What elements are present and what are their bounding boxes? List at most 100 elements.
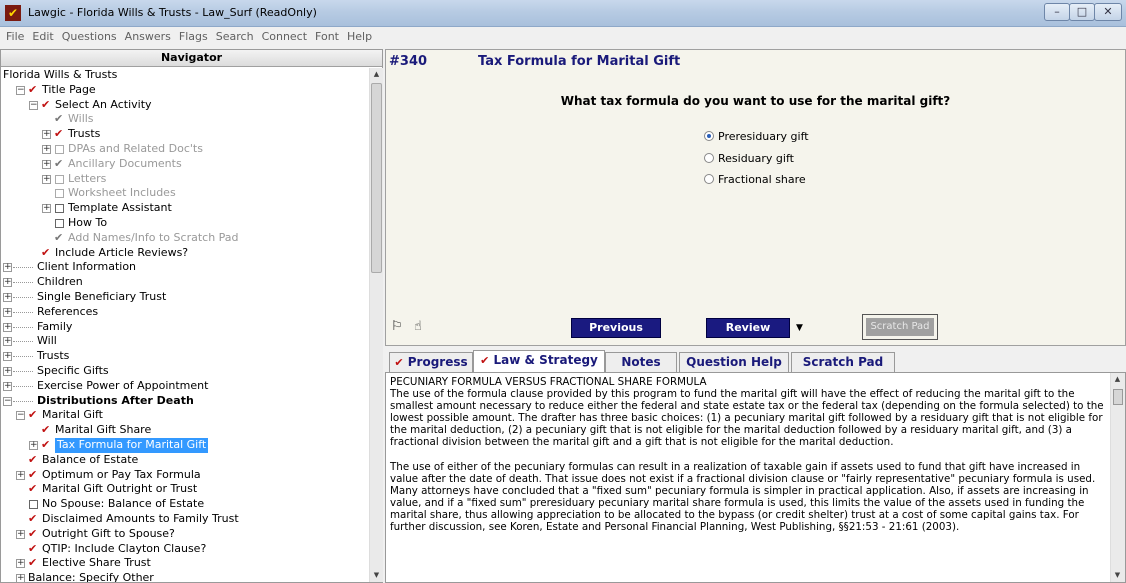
expand-icon[interactable]: +	[3, 366, 12, 376]
tree-item[interactable]: + Balance: Specify Other	[1, 571, 369, 582]
tree-item[interactable]: − ✔ Marital Gift	[1, 408, 369, 423]
expand-icon[interactable]: +	[42, 130, 51, 140]
scrollbar-thumb[interactable]	[1113, 389, 1123, 405]
tree-item[interactable]: ✔ Disclaimed Amounts to Family Trust	[1, 512, 369, 527]
scratch-pad-button[interactable]: Scratch Pad	[862, 314, 938, 340]
menu-file[interactable]: File	[0, 27, 27, 43]
radio-icon[interactable]	[704, 131, 714, 141]
tree-item[interactable]: + Template Assistant	[1, 201, 369, 216]
tree-item[interactable]: − ✔ Title Page	[1, 83, 369, 98]
tree-item[interactable]: + Letters	[1, 172, 369, 187]
review-button[interactable]: Review	[706, 318, 790, 338]
tree-item[interactable]: + ✔ Ancillary Documents	[1, 157, 369, 172]
collapse-icon[interactable]: −	[16, 411, 25, 421]
text-scrollbar[interactable]: ▲ ▼	[1110, 373, 1125, 582]
option-preresiduary-gift[interactable]: Preresiduary gift	[704, 130, 809, 143]
tree-item[interactable]: + ✔ Outright Gift to Spouse?	[1, 527, 369, 542]
menu-connect[interactable]: Connect	[257, 27, 310, 43]
tab-notes[interactable]: Notes	[605, 352, 677, 372]
expand-icon[interactable]: +	[3, 292, 12, 302]
expand-icon[interactable]: +	[42, 144, 51, 154]
expand-icon[interactable]: +	[3, 337, 12, 347]
menu-edit[interactable]: Edit	[27, 27, 56, 43]
minimize-button[interactable]: –	[1044, 3, 1070, 21]
option-residuary-gift[interactable]: Residuary gift	[704, 152, 794, 165]
expand-icon[interactable]: +	[42, 204, 51, 214]
tab-progress[interactable]: ✔ Progress	[389, 352, 473, 372]
expand-icon[interactable]: +	[42, 159, 51, 169]
collapse-icon[interactable]: −	[16, 85, 25, 95]
expand-icon[interactable]: +	[3, 322, 12, 332]
expand-icon[interactable]: +	[3, 307, 12, 317]
tree-item[interactable]: + DPAs and Related Doc'ts	[1, 142, 369, 157]
expand-icon[interactable]: +	[3, 278, 12, 288]
tree-item[interactable]: + Will	[1, 334, 369, 349]
tree-item[interactable]: − ✔ Select An Activity	[1, 98, 369, 113]
flag-icon[interactable]: ⚐	[391, 319, 403, 334]
tree-item[interactable]: + ✔ Optimum or Pay Tax Formula	[1, 468, 369, 483]
expand-icon[interactable]: +	[16, 574, 25, 582]
tree-item[interactable]: + ✔ Trusts	[1, 127, 369, 142]
tree-item[interactable]: + ✔ Tax Formula for Marital Gift	[1, 437, 369, 453]
hand-pointer-icon[interactable]: ☝	[414, 319, 422, 334]
maximize-button[interactable]: □	[1069, 3, 1095, 21]
radio-icon[interactable]	[704, 174, 714, 184]
menu-answers[interactable]: Answers	[120, 27, 174, 43]
tree-item[interactable]: Worksheet Includes	[1, 186, 369, 201]
law-strategy-text-area[interactable]: PECUNIARY FORMULA VERSUS FRACTIONAL SHAR…	[385, 372, 1126, 583]
scroll-down-icon[interactable]: ▼	[370, 569, 383, 582]
tree-item[interactable]: Florida Wills & Trusts	[1, 68, 369, 83]
checkbox-icon	[55, 189, 64, 199]
expand-icon[interactable]: +	[3, 263, 12, 273]
collapse-icon[interactable]: −	[3, 396, 12, 406]
expand-icon[interactable]: +	[16, 470, 25, 480]
expand-icon[interactable]: +	[16, 529, 25, 539]
expand-icon[interactable]: +	[29, 440, 38, 450]
tree-item[interactable]: + Exercise Power of Appointment	[1, 379, 369, 394]
menu-flags[interactable]: Flags	[174, 27, 211, 43]
tree-item[interactable]: + ✔ Elective Share Trust	[1, 556, 369, 571]
tree-item-label: Optimum or Pay Tax Formula	[42, 467, 201, 481]
option-fractional-share[interactable]: Fractional share	[704, 173, 806, 186]
tree-item[interactable]: + References	[1, 305, 369, 320]
tree-item[interactable]: No Spouse: Balance of Estate	[1, 497, 369, 512]
text-paragraph: The use of either of the pecuniary formu…	[390, 460, 1096, 534]
tab-scratch-pad[interactable]: Scratch Pad	[791, 352, 895, 372]
collapse-icon[interactable]: −	[29, 100, 38, 110]
tree-item[interactable]: + Trusts	[1, 349, 369, 364]
tree-item[interactable]: + Family	[1, 320, 369, 335]
previous-button[interactable]: Previous	[571, 318, 661, 338]
scroll-up-icon[interactable]: ▲	[1111, 373, 1124, 386]
tree-item[interactable]: − Distributions After Death	[1, 394, 369, 409]
check-mark-icon: ✔	[28, 482, 38, 496]
review-dropdown-icon[interactable]: ▼	[796, 323, 803, 333]
tab-question-help[interactable]: Question Help	[679, 352, 789, 372]
expand-icon[interactable]: +	[16, 559, 25, 569]
tree-item[interactable]: How To	[1, 216, 369, 231]
tree-item[interactable]: ✔ Wills	[1, 112, 369, 127]
scroll-up-icon[interactable]: ▲	[370, 68, 383, 81]
tree-item[interactable]: ✔ Include Article Reviews?	[1, 246, 369, 261]
tree-item[interactable]: + Children	[1, 275, 369, 290]
tree-item[interactable]: ✔ Balance of Estate	[1, 453, 369, 468]
menu-questions[interactable]: Questions	[57, 27, 120, 43]
radio-icon[interactable]	[704, 153, 714, 163]
scroll-down-icon[interactable]: ▼	[1111, 569, 1124, 582]
scrollbar-thumb[interactable]	[371, 83, 382, 273]
navigator-scrollbar[interactable]: ▲ ▼	[369, 68, 383, 582]
menu-search[interactable]: Search	[211, 27, 257, 43]
tree-item[interactable]: + Specific Gifts	[1, 364, 369, 379]
close-button[interactable]: ✕	[1094, 3, 1122, 21]
tree-item[interactable]: + Client Information	[1, 260, 369, 275]
menu-help[interactable]: Help	[342, 27, 375, 43]
tab-law-strategy[interactable]: ✔ Law & Strategy	[473, 350, 605, 372]
menu-font[interactable]: Font	[310, 27, 342, 43]
tree-item[interactable]: ✔ Marital Gift Share	[1, 423, 369, 438]
expand-icon[interactable]: +	[3, 352, 12, 362]
tree-item[interactable]: ✔ Add Names/Info to Scratch Pad	[1, 231, 369, 246]
expand-icon[interactable]: +	[42, 174, 51, 184]
tree-item[interactable]: + Single Beneficiary Trust	[1, 290, 369, 305]
expand-icon[interactable]: +	[3, 381, 12, 391]
tree-item[interactable]: ✔ QTIP: Include Clayton Clause?	[1, 542, 369, 557]
tree-item[interactable]: ✔ Marital Gift Outright or Trust	[1, 482, 369, 497]
